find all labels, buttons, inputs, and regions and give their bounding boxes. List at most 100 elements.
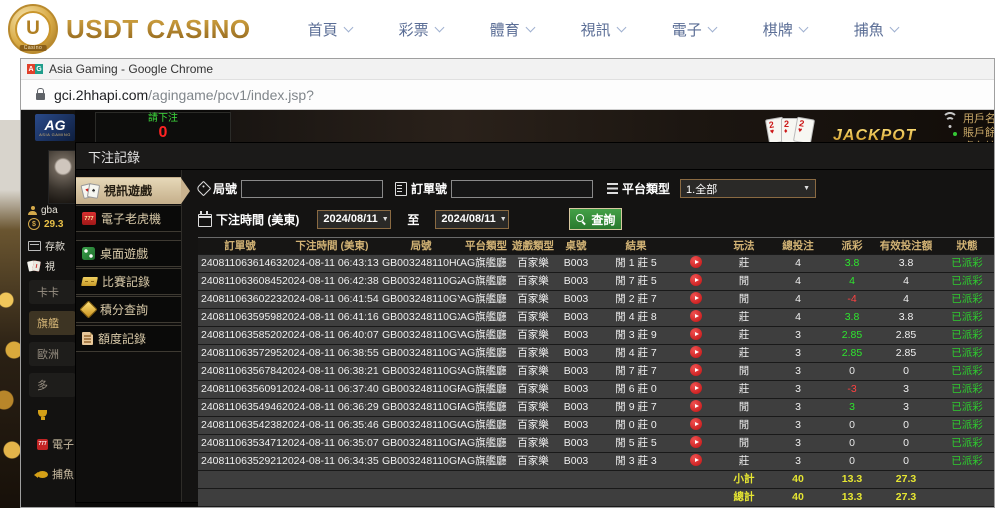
lobby-menu-item[interactable]: 卡卡	[29, 280, 76, 304]
cell-valid-stake: 3.8	[878, 309, 934, 326]
replay-button[interactable]	[690, 274, 702, 286]
live-tab[interactable]: 視	[28, 258, 55, 273]
cell-play-type: 莊	[718, 327, 770, 344]
sidebar-item-live-games[interactable]: ♥♠ 視訊遊戲	[76, 177, 181, 204]
cell-platform: AG旗艦廳	[460, 291, 512, 308]
lobby-menu-item[interactable]: 歐洲	[29, 342, 76, 366]
gold-coins-image	[0, 120, 20, 508]
cell-table-number: B003	[554, 381, 598, 398]
chevron-down-icon	[434, 23, 444, 33]
nav-item-sports[interactable]: 體育	[490, 19, 534, 40]
cell-total-stake: 3	[770, 435, 826, 452]
modal-title: 下注記錄	[76, 143, 994, 170]
round-input[interactable]	[241, 180, 383, 198]
cell-round-number: GB003248110GN	[382, 435, 460, 452]
cell-bet-time: 2024-08-11 06:40:07	[282, 327, 382, 344]
replay-button[interactable]	[690, 454, 702, 466]
bet-table-body: 240811063614635 2024-08-11 06:43:13 GB00…	[198, 255, 994, 471]
slots-tab[interactable]: 777電子	[29, 432, 76, 456]
replay-button[interactable]	[690, 256, 702, 268]
cell-round-number: GB003248110H0	[382, 255, 460, 272]
brand-text: USDT CASINO	[66, 14, 251, 45]
cell-table-number: B003	[554, 327, 598, 344]
sidebar-item-match-records[interactable]: 比賽記錄	[76, 268, 181, 295]
replay-button[interactable]	[690, 328, 702, 340]
cell-replay	[674, 291, 718, 308]
cell-table-number: B003	[554, 453, 598, 470]
cell-payout: 0	[826, 363, 878, 380]
cell-total-stake: 3	[770, 363, 826, 380]
replay-button[interactable]	[690, 436, 702, 448]
cell-total-stake: 3	[770, 381, 826, 398]
date-from-select[interactable]: 2024/08/11 ▼	[317, 210, 391, 229]
cell-play-type: 閒	[718, 435, 770, 452]
replay-button[interactable]	[690, 400, 702, 412]
tournament-button[interactable]	[29, 403, 76, 427]
replay-button[interactable]	[690, 310, 702, 322]
nav-item-home[interactable]: 首頁	[308, 19, 352, 40]
order-input[interactable]	[451, 180, 593, 198]
cell-order-number: 240811063608458	[198, 273, 282, 290]
cell-table-number: B003	[554, 291, 598, 308]
cell-result: 閒 1 莊 5	[598, 255, 674, 272]
table-row: 240811063614635 2024-08-11 06:43:13 GB00…	[198, 255, 994, 273]
nav-item-fishing[interactable]: 捕魚	[854, 19, 898, 40]
cell-platform: AG旗艦廳	[460, 309, 512, 326]
cell-table-number: B003	[554, 399, 598, 416]
cell-status: 已派彩	[934, 255, 994, 272]
cell-total-stake: 4	[770, 255, 826, 272]
cell-replay	[674, 345, 718, 362]
nav-item-live[interactable]: 視訊	[581, 19, 625, 40]
cell-play-type: 莊	[718, 309, 770, 326]
sidebar-item-credit-records[interactable]: 額度記錄	[76, 325, 181, 352]
cell-total-stake: 3	[770, 327, 826, 344]
cell-round-number: GB003248110GM	[382, 453, 460, 470]
lobby-menu-item-flagship[interactable]: 旗艦	[29, 311, 76, 335]
chevron-down-icon	[889, 23, 899, 33]
nav-item-cards[interactable]: 棋牌	[763, 19, 807, 40]
cell-total-stake: 4	[770, 309, 826, 326]
browser-urlbar[interactable]: gci.2hhapi.com/agingame/pcv1/index.jsp?	[21, 79, 994, 110]
wallet-icon	[28, 241, 41, 251]
site-logo[interactable]: U Casino USDT CASINO	[8, 4, 251, 54]
cell-play-type: 閒	[718, 363, 770, 380]
cell-result: 閒 4 莊 7	[598, 345, 674, 362]
lobby-menu-item[interactable]: 多	[29, 373, 76, 397]
sidebar-item-slots[interactable]: 777 電子老虎機	[76, 205, 181, 232]
replay-button[interactable]	[690, 346, 702, 358]
search-button[interactable]: 查詢	[569, 208, 622, 230]
platform-label: 平台類型	[622, 180, 670, 197]
person-icon	[28, 206, 37, 215]
dropdown-arrow-icon: ▼	[803, 185, 810, 192]
nav-item-lottery[interactable]: 彩票	[399, 19, 443, 40]
deposit-button[interactable]: 存款	[28, 238, 65, 253]
cell-platform: AG旗艦廳	[460, 435, 512, 452]
replay-button[interactable]	[690, 382, 702, 394]
replay-button[interactable]	[690, 364, 702, 376]
chevron-down-icon	[707, 23, 717, 33]
replay-button[interactable]	[690, 292, 702, 304]
cell-total-stake: 3	[770, 453, 826, 470]
document-icon	[82, 332, 93, 345]
platform-select[interactable]: 1.全部 ▼	[680, 179, 816, 198]
table-row: 240811063529213 2024-08-11 06:34:35 GB00…	[198, 453, 994, 471]
cell-game-type: 百家樂	[512, 291, 554, 308]
sidebar-item-table-games[interactable]: 桌面遊戲	[76, 240, 181, 267]
cell-bet-time: 2024-08-11 06:37:40	[282, 381, 382, 398]
table-video-preview[interactable]: 請下注 0	[95, 112, 231, 144]
wifi-icon	[942, 116, 958, 128]
fishing-tab[interactable]: 捕魚	[29, 462, 76, 486]
ag-favicon-icon: AG	[27, 64, 43, 74]
cell-play-type: 莊	[718, 381, 770, 398]
replay-button[interactable]	[690, 418, 702, 430]
dropdown-arrow-icon: ▼	[382, 216, 389, 223]
cell-round-number: GB003248110GX	[382, 309, 460, 326]
user-avatar	[48, 150, 78, 204]
nav-item-slots[interactable]: 電子	[672, 19, 716, 40]
sidebar-item-points-query[interactable]: 積分查詢	[76, 296, 181, 323]
cell-result: 閒 7 莊 7	[598, 363, 674, 380]
url-text: gci.2hhapi.com/agingame/pcv1/index.jsp?	[54, 87, 314, 103]
cell-play-type: 莊	[718, 255, 770, 272]
cell-result: 閒 5 莊 5	[598, 435, 674, 452]
date-to-select[interactable]: 2024/08/11 ▼	[435, 210, 509, 229]
